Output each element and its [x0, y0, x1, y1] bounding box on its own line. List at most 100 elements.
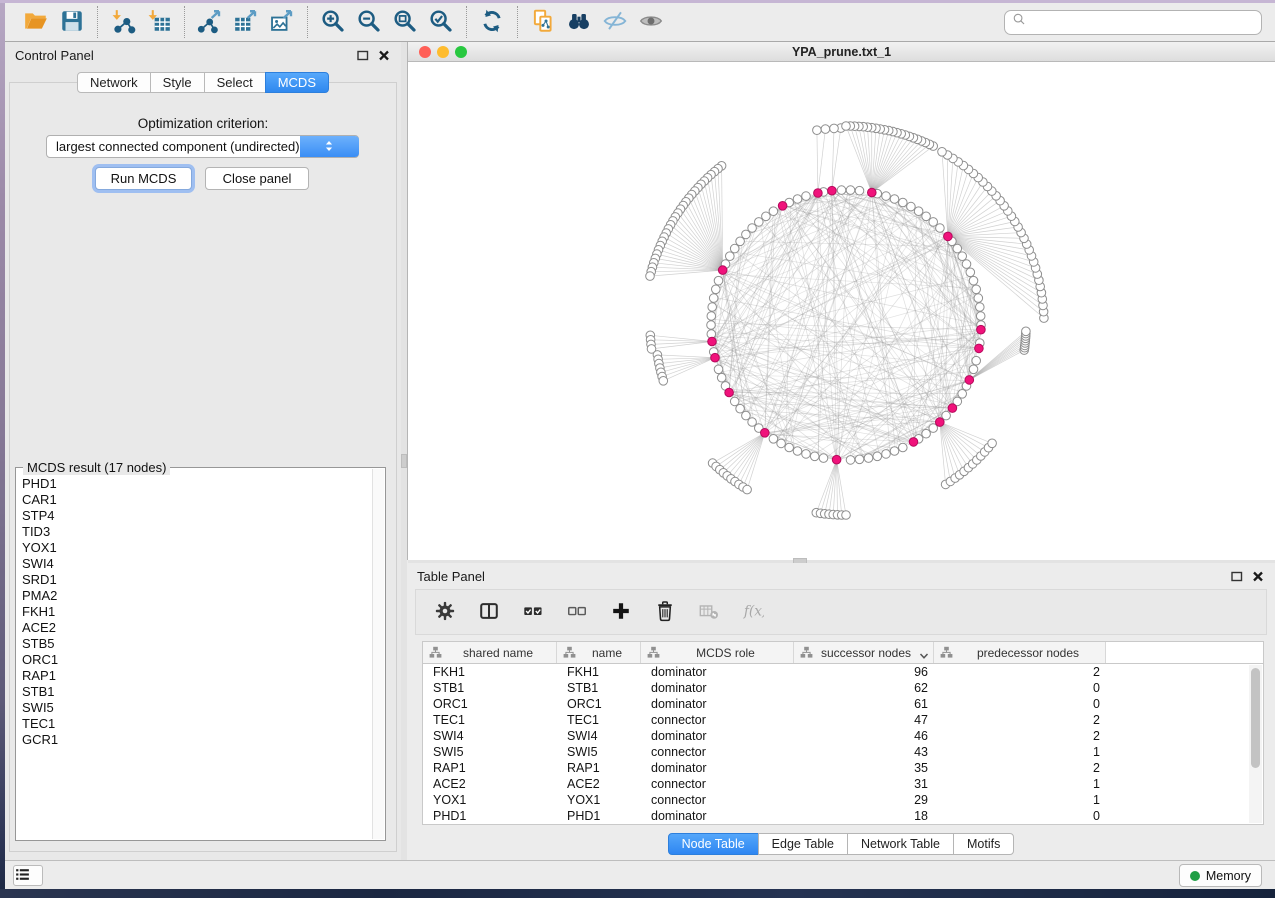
- zoom-fit-button[interactable]: [387, 5, 423, 39]
- delete-button[interactable]: [650, 597, 680, 627]
- dominator-node[interactable]: [828, 186, 837, 195]
- table-scrollbar[interactable]: [1249, 665, 1262, 823]
- mcds-result-item[interactable]: FKH1: [22, 604, 371, 620]
- dominator-node[interactable]: [909, 438, 918, 447]
- show-panels-button[interactable]: [13, 865, 43, 886]
- mcds-result-item[interactable]: RAP1: [22, 668, 371, 684]
- search-box[interactable]: [1004, 10, 1262, 35]
- table-row[interactable]: YOX1YOX1connector291: [423, 792, 1263, 808]
- close-panel-icon[interactable]: [377, 48, 391, 62]
- network-window-titlebar[interactable]: YPA_prune.txt_1: [408, 42, 1275, 62]
- dominator-node[interactable]: [977, 325, 986, 334]
- memory-button[interactable]: Memory: [1179, 864, 1262, 887]
- float-panel-icon[interactable]: [356, 48, 370, 62]
- dominator-node[interactable]: [814, 189, 823, 198]
- refresh-button[interactable]: [474, 5, 510, 39]
- run-mcds-button[interactable]: Run MCDS: [95, 167, 192, 190]
- mcds-result-item[interactable]: ACE2: [22, 620, 371, 636]
- export-network-button[interactable]: [192, 5, 228, 39]
- mcds-result-item[interactable]: STB5: [22, 636, 371, 652]
- dominator-node[interactable]: [832, 455, 841, 464]
- column-header-shared-name[interactable]: shared name: [423, 642, 557, 663]
- criterion-dropdown[interactable]: largest connected component (undirected): [46, 135, 359, 158]
- dominator-node[interactable]: [725, 388, 734, 397]
- import-network-button[interactable]: [105, 5, 141, 39]
- table-cell: SWI4: [557, 728, 641, 744]
- select-all-button[interactable]: [518, 597, 548, 627]
- table-row[interactable]: STB1STB1dominator620: [423, 680, 1263, 696]
- mcds-list-scrollbar[interactable]: [372, 469, 384, 839]
- dominator-node[interactable]: [778, 202, 787, 211]
- table-row[interactable]: ORC1ORC1dominator610: [423, 696, 1263, 712]
- mcds-result-item[interactable]: STP4: [22, 508, 371, 524]
- tab-select[interactable]: Select: [204, 72, 266, 93]
- first-neighbors-button[interactable]: [561, 5, 597, 39]
- dominator-node[interactable]: [936, 418, 945, 427]
- dominator-node[interactable]: [868, 188, 877, 197]
- mcds-result-item[interactable]: TEC1: [22, 716, 371, 732]
- column-header-predecessor-nodes[interactable]: predecessor nodes: [934, 642, 1106, 663]
- open-button[interactable]: [18, 5, 54, 39]
- zoom-in-button[interactable]: [315, 5, 351, 39]
- tab-edge-table[interactable]: Edge Table: [758, 833, 848, 855]
- tab-mcds[interactable]: MCDS: [265, 72, 329, 93]
- dominator-node[interactable]: [708, 337, 717, 346]
- column-header-name[interactable]: name: [557, 642, 641, 663]
- scrollbar-thumb[interactable]: [1251, 668, 1260, 768]
- mcds-result-item[interactable]: SWI4: [22, 556, 371, 572]
- columns-button[interactable]: [474, 597, 504, 627]
- mcds-result-item[interactable]: ORC1: [22, 652, 371, 668]
- mcds-result-item[interactable]: GCR1: [22, 732, 371, 748]
- dominator-node[interactable]: [965, 376, 974, 385]
- mcds-result-item[interactable]: YOX1: [22, 540, 371, 556]
- tab-node-table[interactable]: Node Table: [668, 833, 759, 855]
- dominator-node[interactable]: [718, 266, 727, 275]
- dominator-node[interactable]: [944, 232, 953, 241]
- hide-selected-button[interactable]: [597, 5, 633, 39]
- mcds-result-item[interactable]: SRD1: [22, 572, 371, 588]
- mcds-result-item[interactable]: STB1: [22, 684, 371, 700]
- close-panel-button[interactable]: Close panel: [205, 167, 309, 190]
- dominator-node[interactable]: [761, 429, 770, 438]
- mcds-result-item[interactable]: SWI5: [22, 700, 371, 716]
- column-header-MCDS-role[interactable]: MCDS role: [641, 642, 794, 663]
- search-input[interactable]: [1100, 16, 1255, 30]
- mcds-result-list[interactable]: PHD1CAR1STP4TID3YOX1SWI4SRD1PMA2FKH1ACE2…: [22, 476, 371, 838]
- tab-network-table[interactable]: Network Table: [847, 833, 954, 855]
- tab-motifs[interactable]: Motifs: [953, 833, 1014, 855]
- network-canvas[interactable]: [408, 62, 1275, 560]
- tab-style[interactable]: Style: [150, 72, 205, 93]
- table-row[interactable]: SWI5SWI5connector431: [423, 744, 1263, 760]
- table-row[interactable]: TEC1TEC1connector472: [423, 712, 1263, 728]
- dominator-node[interactable]: [711, 353, 720, 362]
- import-table-button[interactable]: [141, 5, 177, 39]
- copy-network-button[interactable]: [525, 5, 561, 39]
- save-button[interactable]: [54, 5, 90, 39]
- show-all-button[interactable]: [633, 5, 669, 39]
- table-cell: connector: [641, 792, 794, 808]
- node-table[interactable]: shared namenameMCDS rolesuccessor nodesp…: [422, 641, 1264, 825]
- mcds-result-item[interactable]: PMA2: [22, 588, 371, 604]
- export-table-button[interactable]: [228, 5, 264, 39]
- deselect-all-button[interactable]: [562, 597, 592, 627]
- mcds-result-item[interactable]: CAR1: [22, 492, 371, 508]
- gear-button[interactable]: [430, 597, 460, 627]
- zoom-out-button[interactable]: [351, 5, 387, 39]
- column-header-successor-nodes[interactable]: successor nodes: [794, 642, 934, 663]
- zoom-selected-button[interactable]: [423, 5, 459, 39]
- network-graph[interactable]: [408, 62, 1275, 560]
- mcds-result-item[interactable]: TID3: [22, 524, 371, 540]
- close-panel-icon[interactable]: [1251, 569, 1265, 583]
- mcds-result-item[interactable]: PHD1: [22, 476, 371, 492]
- table-row[interactable]: RAP1RAP1dominator352: [423, 760, 1263, 776]
- table-row[interactable]: PHD1PHD1dominator180: [423, 808, 1263, 824]
- tab-network[interactable]: Network: [77, 72, 151, 93]
- dominator-node[interactable]: [975, 344, 984, 353]
- add-button[interactable]: [606, 597, 636, 627]
- dominator-node[interactable]: [948, 404, 957, 413]
- export-image-button[interactable]: [264, 5, 300, 39]
- table-row[interactable]: ACE2ACE2connector311: [423, 776, 1263, 792]
- table-row[interactable]: SWI4SWI4dominator462: [423, 728, 1263, 744]
- table-row[interactable]: FKH1FKH1dominator962: [423, 664, 1263, 680]
- float-panel-icon[interactable]: [1230, 569, 1244, 583]
